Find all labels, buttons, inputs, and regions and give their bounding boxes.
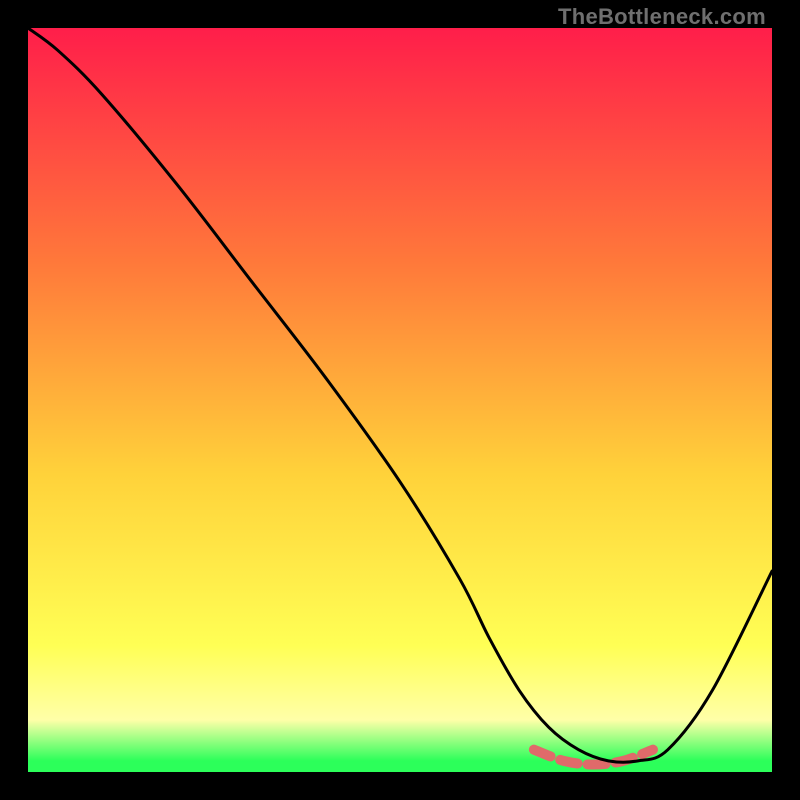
- watermark-text: TheBottleneck.com: [558, 4, 766, 30]
- chart-frame: [28, 28, 772, 772]
- bottleneck-chart: [28, 28, 772, 772]
